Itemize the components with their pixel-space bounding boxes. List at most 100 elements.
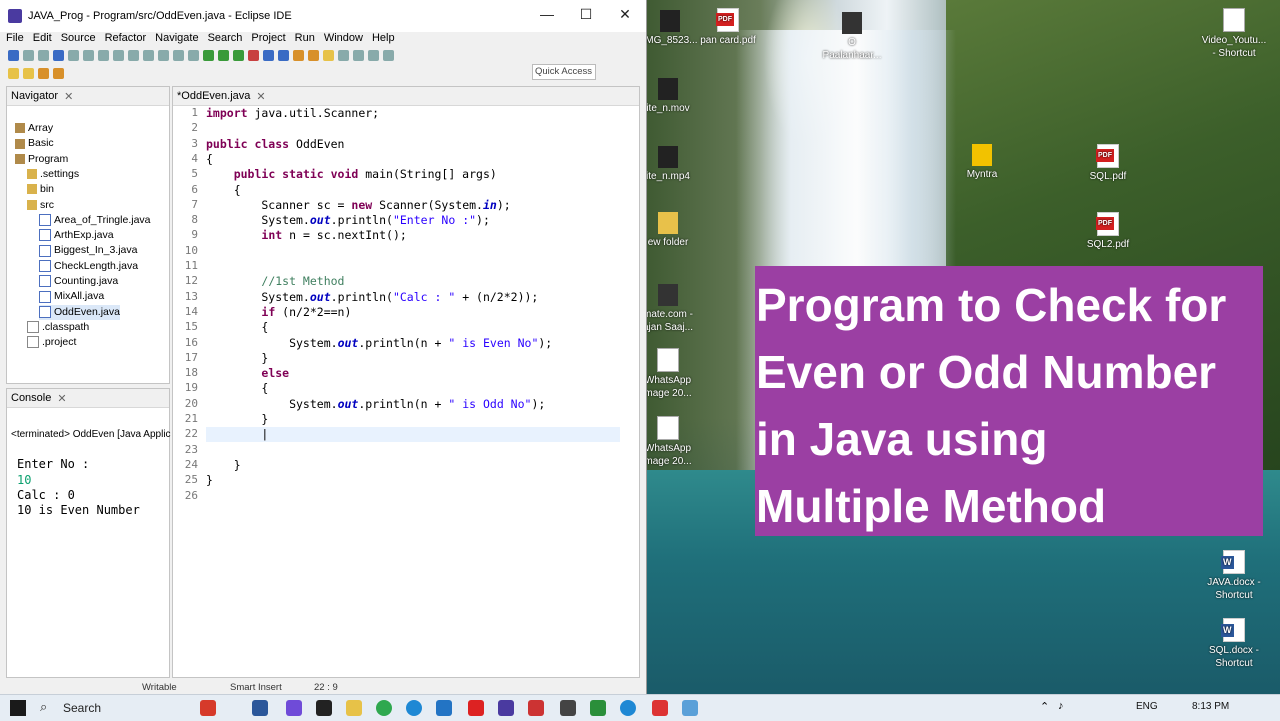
editor-tab-bar: *OddEven.java ✕	[173, 87, 639, 106]
skip-breakpoints-icon[interactable]	[98, 49, 109, 61]
taskbar-app-icon[interactable]	[528, 700, 544, 716]
save-all-icon[interactable]	[38, 49, 49, 61]
desktop-icon[interactable]: O Paalanhaar...	[812, 12, 892, 62]
navigator-item-label: .classpath	[42, 320, 90, 333]
editor-tab[interactable]: *OddEven.java	[177, 90, 250, 102]
task-view-icon[interactable]	[252, 700, 268, 716]
taskbar-app-icon[interactable]	[652, 700, 668, 716]
navigator-item-label: MixAll.java	[54, 290, 105, 303]
navigator-item[interactable]: Array	[15, 121, 53, 136]
menu-search[interactable]: Search	[208, 32, 243, 46]
new-java-project-icon[interactable]	[263, 49, 274, 61]
toggle-mark-icon[interactable]	[353, 49, 364, 61]
edge-icon[interactable]	[406, 700, 422, 716]
windows-start-icon[interactable]	[10, 700, 26, 716]
navigator-item[interactable]: CheckLength.java	[39, 259, 138, 274]
forward-icon[interactable]	[53, 67, 64, 79]
navigator-item[interactable]: src	[27, 198, 54, 213]
external-tools-icon[interactable]	[248, 49, 259, 61]
coverage-icon[interactable]	[233, 49, 244, 61]
menu-help[interactable]: Help	[372, 32, 395, 46]
navigator-item[interactable]: OddEven.java	[39, 304, 120, 320]
taskbar-app-icon[interactable]	[560, 700, 576, 716]
desktop-icon[interactable]: pan card.pdf	[688, 8, 768, 47]
terminal-icon[interactable]	[68, 49, 79, 61]
resume-icon[interactable]	[113, 49, 124, 61]
taskbar-app-icon[interactable]	[468, 700, 484, 716]
debug-icon[interactable]	[203, 49, 214, 61]
taskbar-search[interactable]: Search	[63, 701, 101, 715]
search-icon[interactable]	[323, 49, 334, 61]
navigator-item[interactable]: bin	[27, 182, 54, 197]
show-whitespace-icon[interactable]	[383, 49, 394, 61]
vscode-icon[interactable]	[436, 700, 452, 716]
menu-source[interactable]: Source	[61, 32, 96, 46]
desktop-icon[interactable]: Myntra	[942, 144, 1022, 181]
navigator-tab[interactable]: Navigator	[11, 90, 58, 102]
menu-run[interactable]: Run	[295, 32, 315, 46]
menu-file[interactable]: File	[6, 32, 24, 46]
step-into-icon[interactable]	[158, 49, 169, 61]
menu-edit[interactable]: Edit	[33, 32, 52, 46]
menu-navigate[interactable]: Navigate	[155, 32, 198, 46]
new-class-icon[interactable]	[293, 49, 304, 61]
new-icon[interactable]	[8, 49, 19, 61]
open-type-icon[interactable]	[308, 49, 319, 61]
back-icon[interactable]	[38, 67, 49, 79]
navigator-item[interactable]: Program	[15, 152, 68, 167]
taskbar-app-icon[interactable]	[200, 700, 216, 716]
navigator-item[interactable]: .project	[27, 335, 76, 350]
desktop-icon[interactable]: Video_Youtu... - Shortcut	[1194, 8, 1274, 60]
taskbar-app-icon[interactable]	[682, 700, 698, 716]
navigator-item[interactable]: MixAll.java	[39, 289, 104, 304]
minimize-button[interactable]: —	[532, 6, 562, 22]
quick-access-input[interactable]: Quick Access	[532, 64, 596, 80]
navigator-item[interactable]: Biggest_In_3.java	[39, 243, 137, 258]
desktop-icon[interactable]: JAVA.docx - Shortcut	[1194, 550, 1274, 602]
cursor-icon[interactable]	[83, 49, 94, 61]
navigator-item[interactable]: Area_of_Tringle.java	[39, 213, 151, 228]
maximize-button[interactable]: ☐	[571, 6, 601, 23]
navigator-item[interactable]: ArthExp.java	[39, 228, 114, 243]
menu-project[interactable]: Project	[251, 32, 285, 46]
block-selection-icon[interactable]	[368, 49, 379, 61]
language-indicator[interactable]: ENG	[1136, 701, 1158, 712]
new-package-icon[interactable]	[278, 49, 289, 61]
navigator-item[interactable]: .classpath	[27, 320, 89, 335]
step-over-icon[interactable]	[173, 49, 184, 61]
tray-chevron-icon[interactable]: ⌃	[1040, 700, 1049, 713]
print-icon[interactable]	[53, 49, 64, 61]
navigator-item[interactable]: .settings	[27, 167, 79, 182]
run-icon[interactable]	[218, 49, 229, 61]
menu-refactor[interactable]: Refactor	[105, 32, 147, 46]
chrome-icon[interactable]	[376, 700, 392, 716]
suspend-icon[interactable]	[128, 49, 139, 61]
taskbar-app-icon[interactable]	[316, 700, 332, 716]
close-tab-icon[interactable]: ✕	[256, 90, 265, 103]
desktop-icon[interactable]: SQL2.pdf	[1068, 212, 1148, 251]
taskbar-app-icon[interactable]	[590, 700, 606, 716]
close-button[interactable]: ✕	[610, 6, 640, 23]
eclipse-taskbar-icon[interactable]	[498, 700, 514, 716]
clock[interactable]: 8:13 PM	[1192, 701, 1229, 712]
volume-icon[interactable]: ♪	[1058, 700, 1064, 712]
desktop-icon[interactable]: SQL.pdf	[1068, 144, 1148, 183]
close-tab-icon[interactable]: ✕	[64, 90, 73, 103]
next-annotation-icon[interactable]	[8, 67, 19, 79]
console-tab[interactable]: Console	[11, 392, 51, 404]
menu-window[interactable]: Window	[324, 32, 363, 46]
navigator-item[interactable]: Basic	[15, 136, 54, 151]
terminate-icon[interactable]	[143, 49, 154, 61]
taskbar-app-icon[interactable]	[286, 700, 302, 716]
save-icon[interactable]	[23, 49, 34, 61]
navigator-item[interactable]: Counting.java	[39, 274, 118, 289]
step-return-icon[interactable]	[188, 49, 199, 61]
close-tab-icon[interactable]: ✕	[57, 392, 66, 405]
navigator-item-label: Basic	[28, 137, 54, 150]
taskbar-app-icon[interactable]	[620, 700, 636, 716]
prev-annotation-icon[interactable]	[23, 67, 34, 79]
file-explorer-icon[interactable]	[346, 700, 362, 716]
line-number: 1	[191, 106, 198, 119]
desktop-icon[interactable]: SQL.docx - Shortcut	[1194, 618, 1274, 670]
annotation-icon[interactable]	[338, 49, 349, 61]
